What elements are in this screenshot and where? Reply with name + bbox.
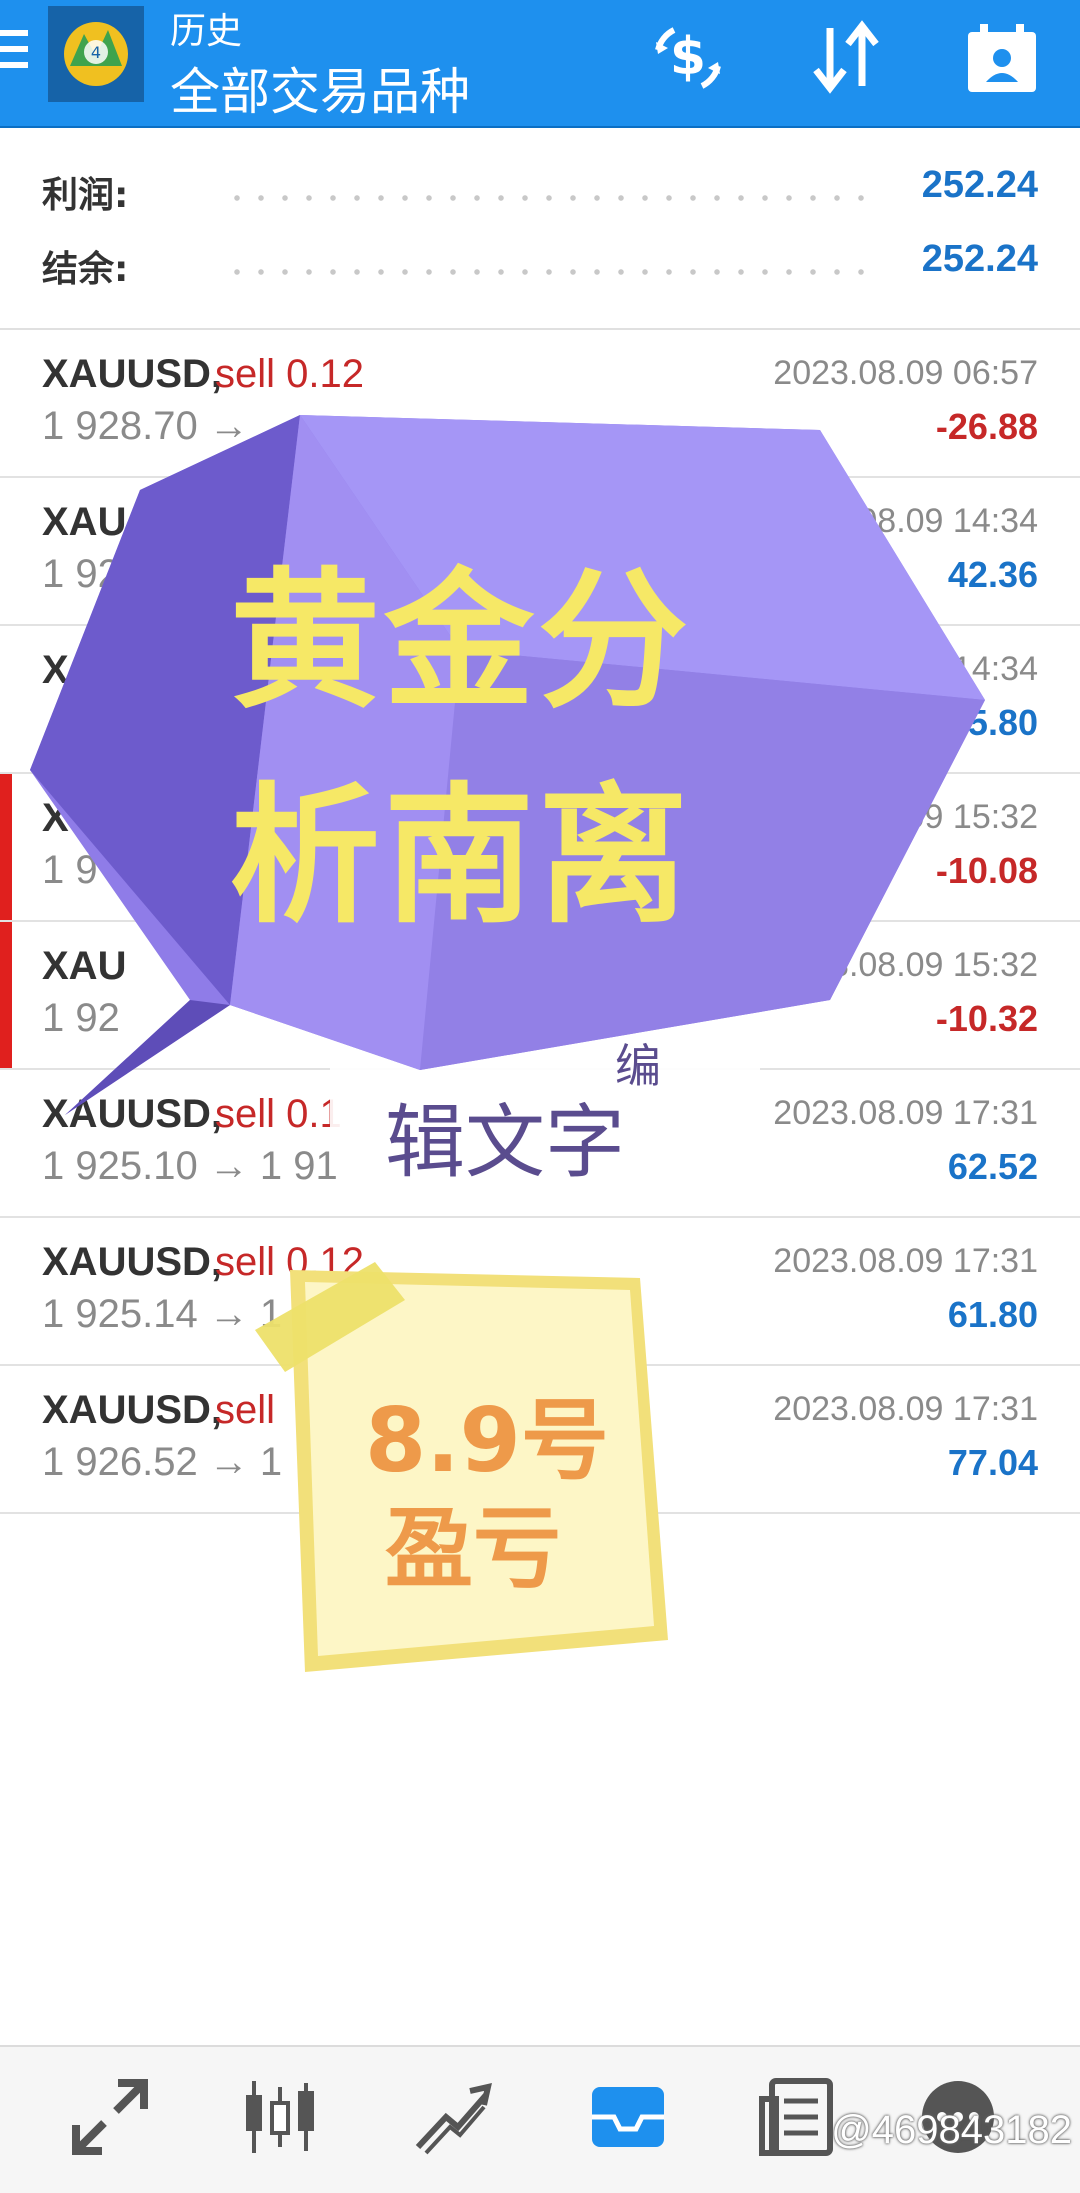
trade-prices: 1 92 <box>42 552 120 596</box>
trade-symbol: XAU <box>42 944 127 988</box>
trade-time: 2023.08.09 17:31 <box>773 1094 1038 1132</box>
svg-text:4: 4 <box>91 43 101 62</box>
trade-row[interactable]: XAUUSD, sell 0.12 1 925.14 → 1 2023.08.0… <box>0 1218 1080 1366</box>
trade-prices: 1 925.10 → 1 91 <box>42 1144 338 1188</box>
trade-row[interactable]: XAUUSD, sell 0.12 1 928.70 → 2023.08.09 … <box>0 330 1080 478</box>
trade-time: 2023.08.09 06:57 <box>773 354 1038 392</box>
trade-prices: 1 92 <box>42 996 120 1040</box>
trade-profit: 42.36 <box>947 554 1038 595</box>
dotted-leader <box>225 194 880 202</box>
trade-profit: -26.88 <box>935 406 1038 447</box>
trade-profit: -10.32 <box>935 998 1038 1039</box>
trade-symbol: X <box>42 796 69 840</box>
dotted-leader <box>225 268 880 276</box>
history-icon[interactable] <box>588 2077 668 2157</box>
quotes-icon[interactable] <box>70 2077 150 2157</box>
trade-time: 2023.08.09 17:31 <box>773 1390 1038 1428</box>
trade-prices: 1 925.14 → 1 <box>42 1292 283 1336</box>
trade-time: 09 15:32 <box>905 798 1038 836</box>
trade-symbol: XAUUSD, <box>42 352 223 396</box>
trade-flag-marker <box>0 774 12 920</box>
trade-side: sell <box>215 1388 276 1432</box>
trade-prices: 1 9 <box>42 848 98 892</box>
chart-icon[interactable] <box>240 2077 320 2157</box>
trade-symbol: X <box>42 648 69 692</box>
profit-summary-row: 利润: 252.24 <box>0 160 1080 220</box>
trade-prices: 1 926.52 → 1 <box>42 1440 283 1484</box>
calendar-contact-icon[interactable] <box>962 20 1042 96</box>
trade-symbol: XAUUSD, <box>42 1240 223 1284</box>
trade-side: sell 0.1 <box>215 1092 342 1136</box>
balance-value: 252.24 <box>921 238 1038 280</box>
trade-flag-marker <box>0 922 12 1068</box>
trade-side: sell 0.12 <box>215 1240 364 1284</box>
trade-time: 14:34 <box>952 650 1038 688</box>
sort-icon[interactable] <box>806 20 886 96</box>
trade-profit: 5.80 <box>967 702 1038 743</box>
header-subtitle: 历史 <box>170 11 243 52</box>
trade-profit: 62.52 <box>947 1146 1038 1187</box>
currency-exchange-icon[interactable]: $ <box>648 20 728 96</box>
trade-symbol: XAU <box>42 500 127 544</box>
balance-label: 结余: <box>42 249 129 290</box>
header-title[interactable]: 全部交易品种 <box>170 52 470 124</box>
trade-symbol: XAUUSD, <box>42 1388 223 1432</box>
trade-time: 2023.08.09 17:31 <box>773 1242 1038 1280</box>
overlay-edit-text: 辑文字 <box>385 1096 625 1189</box>
news-icon[interactable] <box>758 2077 838 2157</box>
trade-time: 3.08.09 15:32 <box>830 946 1038 984</box>
trade-icon[interactable] <box>412 2077 492 2157</box>
sticky-note-line2: 盈亏 <box>385 1497 562 1600</box>
trade-profit: 61.80 <box>947 1294 1038 1335</box>
profit-value: 252.24 <box>921 164 1038 206</box>
trade-prices: 1 928.70 → <box>42 404 249 448</box>
watermark: @469843182 <box>831 2108 1072 2152</box>
overlay-headline-line1: 黄金分 <box>230 555 693 729</box>
metatrader-logo: 4 <box>48 6 144 102</box>
app-bar: 4 历史 全部交易品种 $ <box>0 0 1080 128</box>
balance-summary-row: 结余: 252.24 <box>0 234 1080 294</box>
trade-time: .08.09 14:34 <box>848 502 1038 540</box>
profit-label: 利润: <box>42 175 129 216</box>
trade-profit: -10.08 <box>935 850 1038 891</box>
trade-symbol: XAUUSD, <box>42 1092 223 1136</box>
overlay-headline-line2: 析南离 <box>230 770 693 944</box>
svg-text:$: $ <box>670 27 706 87</box>
trade-profit: 77.04 <box>947 1442 1038 1483</box>
trade-side: sell 0.12 <box>215 352 364 396</box>
hamburger-icon[interactable] <box>0 30 30 80</box>
